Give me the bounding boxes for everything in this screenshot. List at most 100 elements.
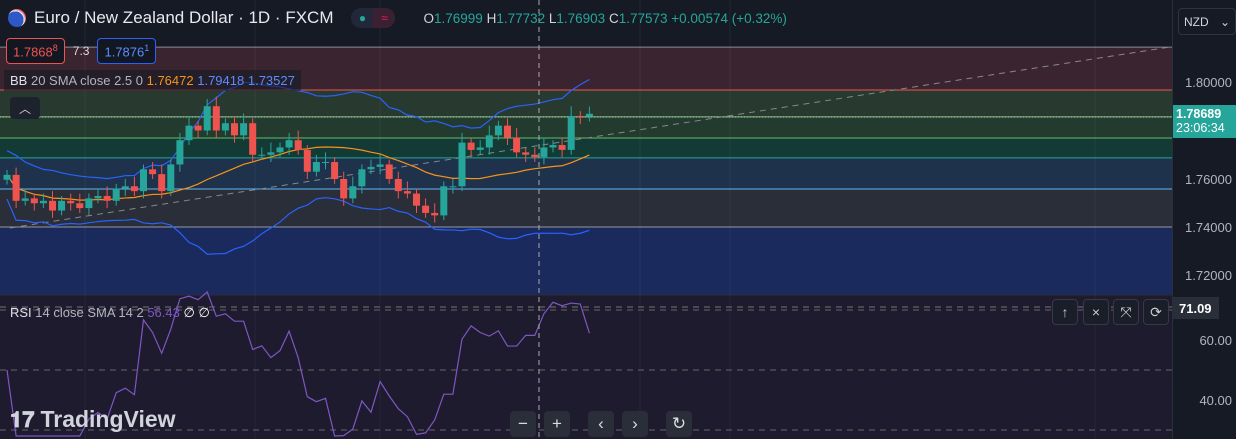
- spread: 7.3: [72, 44, 90, 59]
- candle-body: [130, 186, 138, 192]
- candle-body: [440, 186, 448, 216]
- tv-logo-icon: 𝟏𝟕: [10, 406, 35, 432]
- candle-body: [231, 123, 238, 136]
- candle-body: [112, 188, 120, 201]
- candle-body: [558, 145, 566, 150]
- bb-legend[interactable]: BB 20 SMA close 2.5 0 1.76472 1.79418 1.…: [4, 70, 301, 91]
- candle-body: [158, 174, 166, 192]
- candle-body: [140, 169, 147, 192]
- symbol-header: Euro / New Zealand Dollar · 1D · FXCM ● …: [8, 8, 787, 28]
- candle-body: [367, 166, 375, 170]
- candle-body: [67, 200, 75, 204]
- symbol-title[interactable]: Euro / New Zealand Dollar · 1D · FXCM: [34, 8, 333, 28]
- candle-body: [39, 200, 47, 204]
- candle-body: [294, 140, 302, 150]
- candle-body: [203, 106, 211, 131]
- close-pane-button[interactable]: ×: [1083, 299, 1109, 325]
- candle-body: [121, 186, 129, 189]
- price-axis[interactable]: 1.80000 1.76000 1.74000 1.72000 60.00 40…: [1172, 0, 1236, 439]
- candle-body: [513, 137, 521, 153]
- candle-body: [322, 162, 329, 164]
- candle-body: [549, 145, 557, 148]
- candle-body: [176, 140, 184, 165]
- candle-body: [349, 186, 357, 199]
- buy-button[interactable]: 1.78761: [97, 38, 157, 65]
- fib-zone: [0, 227, 1172, 295]
- candle-body: [494, 125, 502, 136]
- tradingview-logo[interactable]: 𝟏𝟕 TradingView: [10, 406, 176, 433]
- candle-body: [12, 174, 20, 201]
- rsi-current-label: 71.09: [1173, 297, 1219, 319]
- price-label: 1.72000: [1185, 268, 1232, 283]
- candle-body: [485, 135, 493, 148]
- candle-body: [413, 193, 420, 206]
- fib-zone: [0, 157, 1172, 189]
- candle-body: [540, 147, 548, 158]
- market-open-dot-icon: ●: [358, 11, 367, 25]
- collapse-legend-button[interactable]: ︿: [10, 97, 40, 119]
- price-chart[interactable]: [0, 0, 1172, 439]
- candle-body: [212, 106, 220, 131]
- candle-body: [340, 179, 348, 199]
- candle-body: [94, 195, 102, 199]
- candle-body: [21, 198, 29, 201]
- ohlc-values: O1.76999 H1.77732 L1.76903 C1.77573 +0.0…: [423, 10, 787, 26]
- candle-body: [422, 205, 430, 213]
- candle-body: [358, 169, 366, 187]
- candle-body: [522, 152, 530, 155]
- candle-body: [3, 174, 11, 180]
- price-label: 1.76000: [1185, 172, 1232, 187]
- candle-body: [476, 147, 484, 150]
- candle-body: [331, 162, 339, 179]
- rsi-label: 60.00: [1199, 333, 1232, 348]
- candle-body: [258, 154, 266, 156]
- candle-body: [58, 200, 66, 211]
- candle-body: [185, 125, 193, 141]
- candle-body: [221, 123, 229, 131]
- candle-body: [403, 191, 411, 194]
- candle-body: [312, 162, 320, 172]
- candle-body: [276, 147, 284, 153]
- fib-zone: [0, 116, 1172, 139]
- candle-body: [567, 115, 575, 150]
- rsi-label: 40.00: [1199, 393, 1232, 408]
- pane-settings-button[interactable]: ⟳: [1143, 299, 1169, 325]
- candle-body: [376, 164, 384, 167]
- fib-zone: [0, 138, 1172, 158]
- candle-body: [585, 113, 593, 117]
- candle-body: [303, 149, 311, 172]
- move-pane-up-button[interactable]: ↑: [1052, 299, 1078, 325]
- candle-body: [249, 123, 257, 155]
- market-status[interactable]: ● ≈: [351, 8, 396, 28]
- candle-body: [167, 164, 175, 192]
- order-panel: 1.78688 7.3 1.78761: [6, 38, 157, 65]
- sell-button[interactable]: 1.78688: [6, 38, 65, 65]
- candle-body: [267, 152, 275, 155]
- candle-body: [431, 212, 439, 216]
- candle-body: [194, 125, 202, 131]
- candle-body: [467, 142, 475, 150]
- candle-body: [458, 142, 466, 187]
- reset-chart-button[interactable]: ↻: [666, 411, 692, 437]
- candle-body: [30, 198, 38, 204]
- zoom-out-button[interactable]: −: [510, 411, 536, 437]
- candle-body: [449, 186, 457, 188]
- candle-body: [49, 200, 56, 211]
- maximize-pane-button[interactable]: ⤧: [1113, 299, 1139, 325]
- candle-body: [76, 203, 84, 209]
- candle-body: [85, 198, 93, 209]
- candle-body: [103, 195, 111, 201]
- candle-body: [240, 123, 248, 136]
- current-price-label: 1.78689 23:06:34: [1173, 105, 1236, 138]
- candle-body: [149, 169, 157, 175]
- fib-zone: [0, 188, 1172, 228]
- scroll-left-button[interactable]: ‹: [588, 411, 614, 437]
- price-label: 1.74000: [1185, 220, 1232, 235]
- zoom-in-button[interactable]: +: [544, 411, 570, 437]
- candle-body: [531, 154, 539, 158]
- scroll-right-button[interactable]: ›: [622, 411, 648, 437]
- rsi-legend[interactable]: RSI 14 close SMA 14 2 56.43 ∅ ∅: [4, 304, 216, 322]
- wave-icon: ≈: [373, 8, 396, 28]
- candle-body: [394, 179, 402, 192]
- currency-select[interactable]: NZD ⌄: [1178, 8, 1236, 35]
